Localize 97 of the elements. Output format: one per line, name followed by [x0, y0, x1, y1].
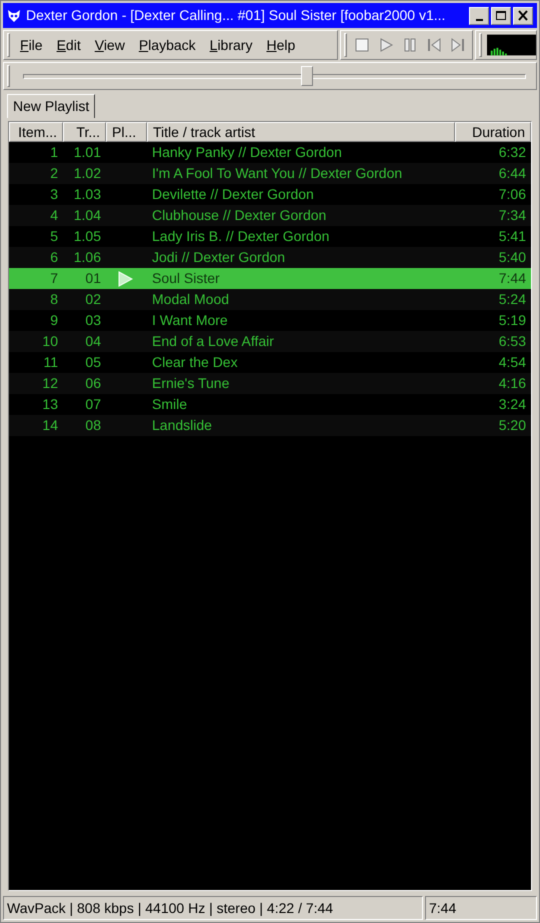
table-cell-text: Lady Iris B. // Dexter Gordon — [152, 227, 330, 246]
table-cell-text: 01 — [85, 269, 101, 288]
table-cell-text: End of a Love Affair — [152, 332, 274, 351]
table-cell-text: 6:32 — [498, 143, 526, 162]
menu-item[interactable]: Help — [259, 34, 302, 56]
toolbar-grip[interactable] — [344, 33, 347, 57]
column-header[interactable]: Pl... — [106, 122, 147, 142]
playlist-row[interactable]: 6 1.06 Jodi // Dexter Gordon 5:40 — [9, 247, 531, 268]
table-cell-text: 4 — [50, 206, 58, 225]
window-title: Dexter Gordon - [Dexter Calling... #01] Soul Sister [foobar2000 v1... — [26, 6, 446, 25]
table-cell-text: 1 — [50, 143, 58, 162]
toolbar-grip[interactable] — [7, 65, 10, 87]
close-icon — [517, 10, 529, 21]
table-cell-text: 1.04 — [74, 206, 101, 225]
playlist-row[interactable]: 4 1.04 Clubhouse // Dexter Gordon 7:34 — [9, 205, 531, 226]
maximize-button[interactable] — [491, 6, 511, 24]
play-icon[interactable] — [378, 37, 394, 53]
table-cell-text: 1.01 — [74, 143, 101, 162]
status-info: WavPack | 808 kbps | 44100 Hz | stereo | 4:22 / 7:44 — [3, 896, 423, 920]
table-cell-text: 10 — [42, 332, 58, 351]
table-cell-text: Clear the Dex — [152, 353, 238, 372]
toolbar-grip[interactable] — [479, 33, 482, 57]
app-icon — [7, 8, 21, 22]
playlist-row[interactable]: 14 08 Landslide 5:20 — [9, 415, 531, 436]
table-cell-text: 06 — [85, 374, 101, 393]
playlist-row[interactable]: 12 06 Ernie's Tune 4:16 — [9, 373, 531, 394]
table-cell-text: 6:44 — [498, 164, 526, 183]
column-header[interactable]: Tr... — [63, 122, 106, 142]
table-cell-text: Modal Mood — [152, 290, 230, 309]
table-cell-text: 5:24 — [498, 290, 526, 309]
table-cell-text: 04 — [85, 332, 101, 351]
table-cell-text: 3 — [50, 185, 58, 204]
table-cell-text: 12 — [42, 374, 58, 393]
menu-item[interactable]: File — [13, 34, 50, 56]
column-header[interactable]: Title / track artist — [147, 122, 455, 142]
previous-icon[interactable] — [426, 37, 442, 53]
table-cell-text: 6:53 — [498, 332, 526, 351]
table-cell-text: 11 — [43, 353, 58, 372]
table-cell-text: 1.06 — [74, 248, 101, 267]
table-cell-text: 05 — [85, 353, 101, 372]
minimize-button[interactable] — [469, 6, 489, 24]
table-cell-text: 5:19 — [498, 311, 526, 330]
playlist-row[interactable]: 7 01 Soul Sister 7:44 — [9, 268, 531, 289]
maximize-icon — [495, 10, 507, 21]
table-cell-text: 3:24 — [498, 395, 526, 414]
menu-item[interactable]: View — [88, 34, 132, 56]
menu-item[interactable]: Library — [202, 34, 260, 56]
table-cell-text: 5 — [50, 227, 58, 246]
table-cell-text: 14 — [42, 416, 58, 435]
table-cell-text: 7:06 — [498, 185, 526, 204]
minimize-icon — [476, 18, 482, 20]
close-button[interactable] — [513, 6, 533, 24]
table-cell-text: 5:41 — [498, 227, 526, 246]
table-cell-text: 6 — [50, 248, 58, 267]
playlist-row[interactable]: 8 02 Modal Mood 5:24 — [9, 289, 531, 310]
pause-icon[interactable] — [402, 37, 418, 53]
table-cell-text: 1.02 — [74, 164, 101, 183]
stop-icon[interactable] — [354, 37, 370, 53]
table-cell-text: Devilette // Dexter Gordon — [152, 185, 314, 204]
table-cell-text: 4:54 — [498, 353, 526, 372]
table-cell-text: Jodi // Dexter Gordon — [152, 248, 286, 267]
table-cell-text: 08 — [85, 416, 101, 435]
menu-item[interactable]: Playback — [132, 34, 203, 56]
table-cell-text: 9 — [50, 311, 58, 330]
table-cell-text: 4:16 — [498, 374, 526, 393]
table-cell-text: 07 — [85, 395, 101, 414]
table-cell-text: 1.03 — [74, 185, 101, 204]
spectrum-visualizer — [486, 34, 536, 56]
column-header[interactable]: Item... — [9, 122, 63, 142]
table-cell-text: 5:40 — [498, 248, 526, 267]
playlist-row[interactable]: 10 04 End of a Love Affair 6:53 — [9, 331, 531, 352]
table-cell-text: 7:44 — [498, 269, 526, 288]
next-icon[interactable] — [450, 37, 466, 53]
table-cell-text: Hanky Panky // Dexter Gordon — [152, 143, 342, 162]
table-cell-text: 7 — [50, 269, 58, 288]
table-cell-text: 5:20 — [498, 416, 526, 435]
table-cell-text: 2 — [50, 164, 58, 183]
status-time: 7:44 — [425, 896, 537, 920]
table-cell-text: 8 — [50, 290, 58, 309]
table-cell-text: Smile — [152, 395, 188, 414]
playlist-row[interactable]: 2 1.02 I'm A Fool To Want You // Dexter Gordon 6:44 — [9, 163, 531, 184]
playlist-tab[interactable]: New Playlist — [7, 94, 96, 118]
table-cell-text: 7:34 — [498, 206, 526, 225]
toolbar-grip[interactable] — [7, 33, 10, 57]
menu-item[interactable]: Edit — [50, 34, 88, 56]
table-cell-text: I Want More — [152, 311, 228, 330]
table-cell-text: 13 — [42, 395, 58, 414]
table-cell-text: 1.05 — [74, 227, 101, 246]
table-cell-text: Clubhouse // Dexter Gordon — [152, 206, 326, 225]
table-cell-text: 03 — [85, 311, 101, 330]
table-cell-text: I'm A Fool To Want You // Dexter Gordon — [152, 164, 402, 183]
table-cell-text: 02 — [85, 290, 101, 309]
table-cell-text: Soul Sister — [152, 269, 220, 288]
seek-thumb[interactable] — [301, 66, 314, 86]
table-cell-text: Landslide — [152, 416, 212, 435]
table-cell-text: Ernie's Tune — [152, 374, 230, 393]
column-header[interactable]: Duration — [455, 122, 531, 142]
